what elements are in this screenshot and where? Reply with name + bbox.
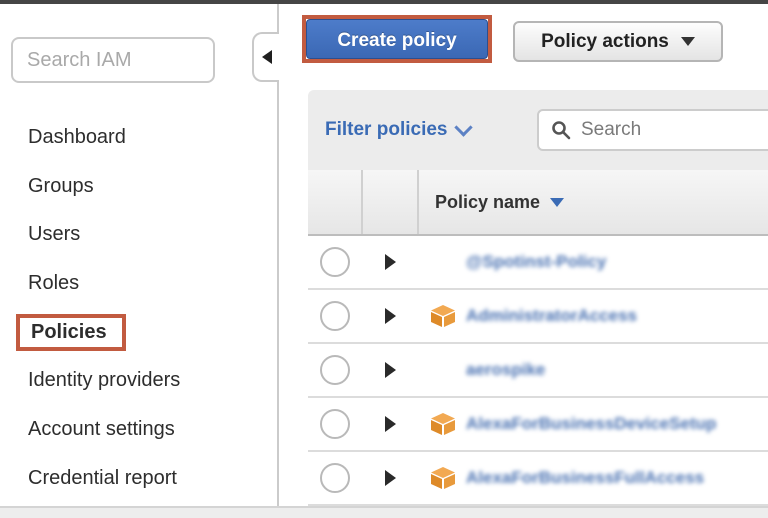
sidebar-item-credential-report[interactable]: Credential report [28, 454, 268, 503]
row-radio-button[interactable] [320, 463, 350, 493]
policy-icon-slot [430, 358, 456, 382]
search-iam-input[interactable] [11, 37, 215, 83]
chevron-down-icon [455, 118, 473, 136]
sidebar-item-identity-providers[interactable]: Identity providers [28, 356, 268, 405]
policy-name-link[interactable]: aerospike [466, 360, 545, 380]
table-row: AlexaForBusinessDeviceSetup [308, 398, 768, 452]
footer-strip [0, 506, 768, 518]
policy-icon-slot [430, 304, 456, 328]
policy-name-link[interactable]: AlexaForBusinessFullAccess [466, 468, 704, 488]
filter-policies-label: Filter policies [325, 119, 447, 141]
aws-managed-policy-cube-icon [430, 466, 456, 490]
sidebar-item-groups[interactable]: Groups [28, 162, 268, 211]
sidebar-nav: Dashboard Groups Users Roles Policies Id… [28, 113, 268, 503]
sidebar-item-policies[interactable]: Policies [28, 308, 268, 357]
table-row: AlexaForBusinessFullAccess [308, 452, 768, 506]
table-row: @Spotinst-Policy [308, 236, 768, 290]
sidebar-item-users[interactable]: Users [28, 210, 268, 259]
table-header: Policy name [308, 170, 768, 236]
table-row: AdministratorAccess [308, 290, 768, 344]
row-radio-button[interactable] [320, 355, 350, 385]
policy-icon-slot [430, 250, 456, 274]
expand-caret-icon[interactable] [385, 254, 396, 270]
create-policy-button[interactable]: Create policy [306, 19, 488, 59]
expand-caret-icon[interactable] [385, 362, 396, 378]
policy-name-link[interactable]: AdministratorAccess [466, 306, 637, 326]
policy-actions-label: Policy actions [541, 31, 669, 53]
table-row: aerospike [308, 344, 768, 398]
create-policy-annotation-box: Create policy [302, 15, 492, 63]
collapse-left-icon [262, 50, 272, 64]
iam-console-frame: Dashboard Groups Users Roles Policies Id… [0, 0, 768, 518]
sidebar: Dashboard Groups Users Roles Policies Id… [0, 4, 278, 506]
sidebar-item-roles[interactable]: Roles [28, 259, 268, 308]
expand-caret-icon[interactable] [385, 416, 396, 432]
caret-down-icon [681, 37, 695, 46]
filter-policies-dropdown[interactable]: Filter policies [325, 119, 470, 141]
policy-actions-button[interactable]: Policy actions [513, 21, 723, 62]
table-body: @Spotinst-Policy AdministratorAccess aer… [308, 236, 768, 506]
policy-name-link[interactable]: AlexaForBusinessDeviceSetup [466, 414, 716, 434]
row-radio-button[interactable] [320, 301, 350, 331]
row-radio-button[interactable] [320, 409, 350, 439]
policy-search-input[interactable] [579, 118, 753, 142]
sidebar-collapse-button[interactable] [252, 32, 279, 82]
sidebar-item-dashboard[interactable]: Dashboard [28, 113, 268, 162]
search-icon [551, 120, 571, 140]
aws-managed-policy-cube-icon [430, 304, 456, 328]
filter-bar: Filter policies [308, 90, 768, 170]
column-divider [417, 170, 419, 234]
policy-name-header-label: Policy name [435, 192, 540, 213]
column-divider [361, 170, 363, 234]
sidebar-item-account-settings[interactable]: Account settings [28, 405, 268, 454]
sort-descending-icon [550, 198, 564, 207]
policy-icon-slot [430, 412, 456, 436]
policy-search-box [537, 109, 768, 151]
policy-name-sort-header[interactable]: Policy name [435, 170, 564, 234]
policy-icon-slot [430, 466, 456, 490]
row-radio-button[interactable] [320, 247, 350, 277]
policy-name-link[interactable]: @Spotinst-Policy [466, 252, 606, 272]
expand-caret-icon[interactable] [385, 470, 396, 486]
expand-caret-icon[interactable] [385, 308, 396, 324]
aws-managed-policy-cube-icon [430, 412, 456, 436]
